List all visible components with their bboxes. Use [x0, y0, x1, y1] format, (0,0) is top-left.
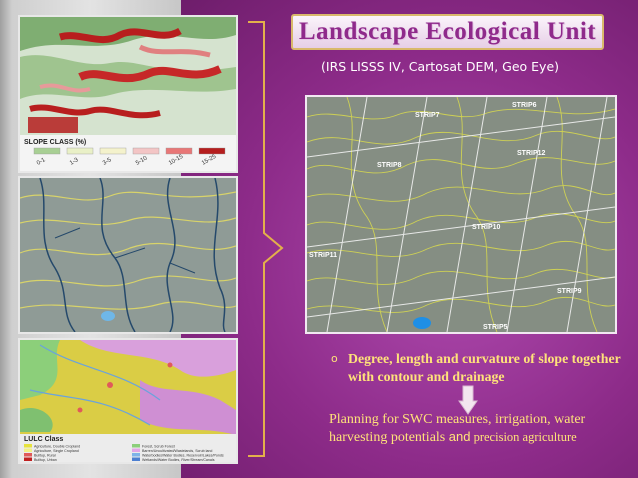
bullet-marker: o	[331, 352, 338, 365]
contour-drainage-map	[18, 176, 238, 334]
slope-class-map: SLOPE CLASS (%) 0-1 1-3 3-5 5-10 10-15 15-25	[18, 15, 238, 173]
landscape-unit-map: STRIP6 STRIP12 STRIP10 STRIP11 STRIP9 ST…	[305, 95, 617, 334]
strip-label: STRIP7	[415, 112, 440, 119]
strip-label: STRIP11	[309, 252, 337, 259]
lulc-legend-label: Agriculture, Single Cropland	[34, 449, 79, 453]
strip-label: STRIP12	[517, 150, 546, 157]
planning-text: Planning for SWC measures, irrigation, w…	[329, 411, 629, 446]
lulc-legend-title: LULC Class	[24, 436, 63, 443]
lulc-legend-swatch	[132, 448, 140, 452]
slope-bullet: o Degree, length and curvature of slope …	[331, 350, 631, 386]
lulc-legend-label: Waterbodies/Water Bodies, Reservoir/Lake…	[142, 453, 224, 457]
strip-label: STRIP9	[557, 288, 582, 295]
bracket-connector	[248, 21, 284, 457]
lulc-legend-label: Wetlands/Water Bodies, River/Stream/Cana…	[142, 458, 215, 462]
lulc-legend-swatch	[132, 444, 140, 448]
slope-legend-swatch	[99, 147, 127, 155]
lulc-legend-label: Forest, Scrub Forest	[142, 444, 175, 448]
bullet-text: Degree, length and curvature of slope to…	[348, 351, 621, 384]
lulc-legend-swatch	[24, 444, 32, 448]
lulc-legend-label: Agriculture, Double Cropland	[34, 444, 80, 448]
slope-legend-swatch	[33, 147, 61, 155]
lulc-legend-label: Builtup, Urban	[34, 458, 57, 462]
title-box: Landscape Ecological Unit	[291, 14, 604, 50]
slope-legend-swatch	[66, 147, 94, 155]
lulc-legend-swatch	[24, 453, 32, 457]
slope-legend-swatch	[198, 147, 226, 155]
lulc-legend-swatch	[132, 453, 140, 457]
strip-label: STRIP8	[377, 162, 402, 169]
planning-text-part3: precision agriculture	[470, 430, 577, 444]
lulc-legend-swatch	[24, 457, 32, 461]
strip-label: STRIP5	[483, 324, 508, 331]
lulc-legend-label: Barren/Uncultivated/Wastelands, Scrub la…	[142, 449, 212, 453]
strip-label: STRIP6	[512, 102, 537, 109]
slope-legend-swatch	[132, 147, 160, 155]
slide-title: Landscape Ecological Unit	[298, 18, 597, 45]
slope-legend-swatch	[165, 147, 193, 155]
lulc-legend-label: Builtup, Rural	[34, 453, 56, 457]
lulc-legend-swatch	[24, 448, 32, 452]
strip-label: STRIP10	[472, 224, 501, 231]
lulc-legend-swatch	[132, 457, 140, 461]
slide-subtitle: (IRS LISSS IV, Cartosat DEM, Geo Eye)	[321, 59, 560, 74]
lulc-map: LULC Class Agriculture, Double Cropland A…	[18, 338, 238, 464]
slide: SLOPE CLASS (%) 0-1 1-3 3-5 5-10 10-15 15-25	[0, 0, 638, 478]
slope-legend-title: SLOPE CLASS (%)	[24, 139, 86, 146]
planning-text-and: and	[448, 429, 471, 444]
